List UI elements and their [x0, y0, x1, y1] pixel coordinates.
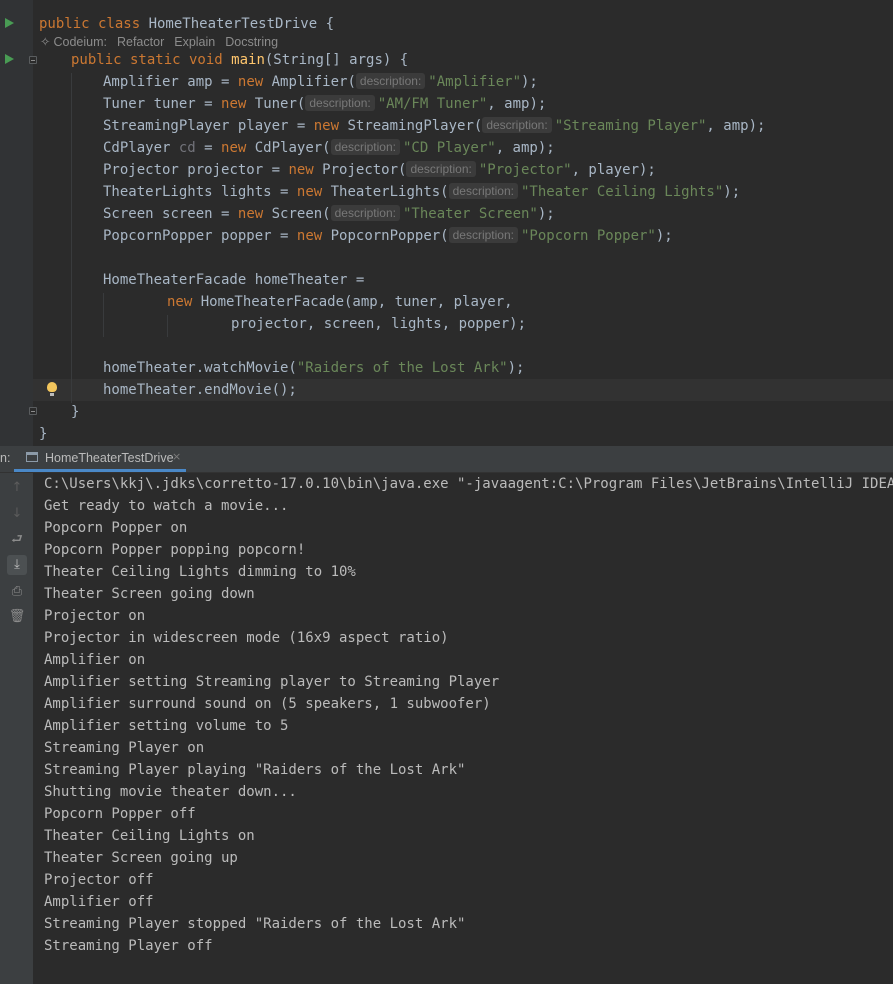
console-output-line: Popcorn Popper off [44, 806, 196, 822]
console-output-line: Amplifier off [44, 894, 154, 910]
param-hint: description: [448, 183, 518, 199]
console-output-line: Streaming Player playing "Raiders of the… [44, 762, 466, 778]
codeium-refactor-link[interactable]: Refactor [117, 35, 164, 49]
trash-icon[interactable]: 🗑 [7, 607, 27, 627]
code-line-facade-new: new HomeTheaterFacade(amp, tuner, player… [167, 294, 513, 310]
console-output-line: Popcorn Popper on [44, 520, 188, 536]
soft-wrap-icon[interactable]: ⮐ [7, 530, 27, 550]
close-icon[interactable]: × [172, 450, 181, 463]
codeium-label: Codeium: [53, 35, 107, 49]
console-output-line: Amplifier setting volume to 5 [44, 718, 289, 734]
run-console[interactable]: ↑ ↓ ⮐ ⤓ ⎙ 🗑 C:\Users\kkj\.jdks\corretto-… [0, 473, 893, 984]
console-output-line: Theater Screen going up [44, 850, 238, 866]
console-tab-icon [26, 452, 38, 462]
console-output-line: Projector in widescreen mode (16x9 aspec… [44, 630, 449, 646]
code-line-decl: CdPlayer cd = new CdPlayer(description: "… [103, 139, 555, 156]
indent-guide [103, 293, 104, 337]
code-editor[interactable]: public class HomeTheaterTestDrive { ✧ Cod… [0, 0, 893, 446]
run-class-icon[interactable] [5, 18, 14, 28]
console-output-line: Amplifier setting Streaming player to St… [44, 674, 500, 690]
console-output-line: Streaming Player off [44, 938, 213, 954]
codeium-explain-link[interactable]: Explain [174, 35, 215, 49]
console-output-line: Streaming Player on [44, 740, 205, 756]
console-output-line: Projector off [44, 872, 154, 888]
param-hint: description: [406, 161, 476, 177]
code-line-class-decl: public class HomeTheaterTestDrive { [39, 16, 335, 32]
console-output-line: Theater Ceiling Lights on [44, 828, 255, 844]
console-output-line: Amplifier on [44, 652, 146, 668]
console-output-line: Popcorn Popper popping popcorn! [44, 542, 306, 558]
down-arrow-icon[interactable]: ↓ [7, 504, 27, 524]
code-line-decl: StreamingPlayer player = new StreamingPl… [103, 117, 766, 134]
console-output-line: C:\Users\kkj\.jdks\corretto-17.0.10\bin\… [44, 476, 893, 492]
run-tool-prefix: n: [0, 451, 11, 465]
console-output-line: Projector on [44, 608, 146, 624]
tab-label: HomeTheaterTestDrive [45, 451, 174, 465]
code-line-decl: PopcornPopper popper = new PopcornPopper… [103, 227, 673, 244]
run-tool-window-tabbar: n: HomeTheaterTestDrive × [0, 446, 893, 473]
code-line-close-class: } [39, 426, 48, 442]
code-line-main-decl: public static void main(String[] args) { [71, 52, 409, 68]
console-output-line: Get ready to watch a movie... [44, 498, 289, 514]
scroll-to-end-icon[interactable]: ⤓ [7, 555, 27, 575]
param-hint: description: [305, 95, 375, 111]
fold-method-end-icon[interactable] [29, 407, 37, 415]
code-line-close-method: } [71, 404, 80, 420]
console-output-line: Theater Screen going down [44, 586, 255, 602]
console-output-line: Streaming Player stopped "Raiders of the… [44, 916, 466, 932]
codeium-docstring-link[interactable]: Docstring [225, 35, 278, 49]
code-line-facade-decl: HomeTheaterFacade homeTheater = [103, 272, 365, 288]
console-toolbar: ↑ ↓ ⮐ ⤓ ⎙ 🗑 [0, 473, 33, 984]
code-line-decl: TheaterLights lights = new TheaterLights… [103, 183, 741, 200]
indent-guide [167, 315, 168, 337]
param-hint: description: [355, 73, 426, 89]
indent-guide [71, 73, 72, 403]
run-main-icon[interactable] [5, 54, 14, 64]
fold-method-icon[interactable] [29, 56, 37, 64]
code-line-decl: Screen screen = new Screen(description: "… [103, 205, 555, 222]
code-line-decl: Amplifier amp = new Amplifier(descriptio… [103, 73, 538, 90]
code-line-end-movie: homeTheater.endMovie(); [103, 382, 297, 398]
console-output-line: Shutting movie theater down... [44, 784, 297, 800]
up-arrow-icon[interactable]: ↑ [7, 478, 27, 498]
tab-home-theater-test-drive[interactable]: HomeTheaterTestDrive × [14, 446, 186, 472]
console-output-line: Theater Ceiling Lights dimming to 10% [44, 564, 356, 580]
param-hint: description: [482, 117, 552, 133]
param-hint: description: [330, 205, 400, 221]
print-icon[interactable]: ⎙ [7, 582, 27, 602]
code-line-watch-movie: homeTheater.watchMovie("Raiders of the L… [103, 360, 525, 376]
console-output-line: Amplifier surround sound on (5 speakers,… [44, 696, 491, 712]
lightbulb-icon[interactable] [47, 382, 57, 396]
codeium-icon: ✧ [40, 35, 51, 49]
code-line-decl: Projector projector = new Projector(desc… [103, 161, 656, 178]
code-line-facade-args: projector, screen, lights, popper); [231, 316, 527, 332]
editor-gutter [0, 0, 37, 446]
param-hint: description: [448, 227, 518, 243]
param-hint: description: [330, 139, 400, 155]
code-line-decl: Tuner tuner = new Tuner(description: "AM/… [103, 95, 547, 112]
